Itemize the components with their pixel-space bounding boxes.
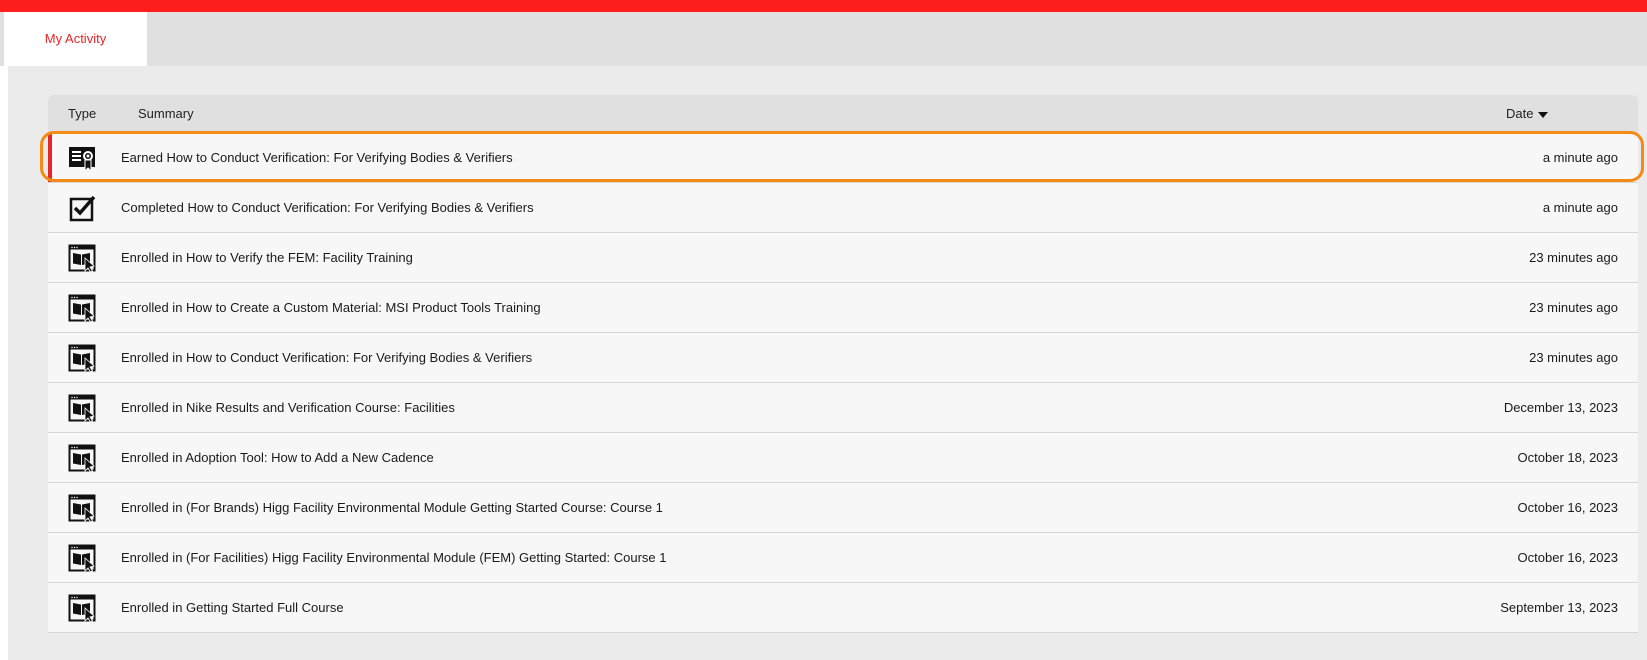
course-enroll-icon [68,544,96,572]
row-summary: Enrolled in (For Facilities) Higg Facili… [121,550,667,565]
column-header-type: Type [68,106,97,121]
table-row[interactable]: Earned How to Conduct Verification: For … [40,131,1644,183]
checkbox-checked-icon [69,195,96,222]
row-summary: Enrolled in (For Brands) Higg Facility E… [121,500,663,515]
table-row[interactable]: Enrolled in How to Create a Custom Mater… [48,283,1638,333]
column-header-date-label: Date [1506,106,1534,121]
row-summary: Enrolled in Getting Started Full Course [121,600,344,615]
course-enroll-icon [68,394,96,422]
table-row[interactable]: Enrolled in (For Facilities) Higg Facili… [48,533,1638,583]
row-summary: Completed How to Conduct Verification: F… [121,200,534,215]
row-summary: Enrolled in How to Conduct Verification:… [121,350,533,365]
tab-strip: My Activity [0,12,1647,66]
table-header: Type Summary Date [48,95,1638,133]
course-enroll-icon [68,294,96,322]
row-date: a minute ago [1542,150,1618,165]
row-summary: Enrolled in Adoption Tool: How to Add a … [121,450,434,465]
row-date: 23 minutes ago [1529,250,1618,265]
row-date: 23 minutes ago [1529,350,1618,365]
course-enroll-icon [68,344,96,372]
row-summary: Enrolled in How to Create a Custom Mater… [121,300,541,315]
table-row[interactable]: Enrolled in Getting Started Full Course … [48,583,1638,633]
row-date: December 13, 2023 [1503,400,1618,415]
course-enroll-icon [68,594,96,622]
course-enroll-icon [68,244,96,272]
row-date: a minute ago [1542,200,1618,215]
row-date: October 16, 2023 [1517,500,1618,515]
row-date: October 18, 2023 [1517,450,1618,465]
table-row[interactable]: Completed How to Conduct Verification: F… [48,183,1638,233]
activity-panel: Type Summary Date Earned How to Conduct … [8,66,1647,660]
course-enroll-icon [68,494,96,522]
tab-my-activity[interactable]: My Activity [4,12,147,66]
activity-table: Type Summary Date Earned How to Conduct … [40,95,1644,633]
column-header-date[interactable]: Date [1506,95,1549,133]
row-date: October 16, 2023 [1517,550,1618,565]
table-row[interactable]: Enrolled in How to Conduct Verification:… [48,333,1638,383]
row-summary: Enrolled in How to Verify the FEM: Facil… [121,250,413,265]
row-summary: Earned How to Conduct Verification: For … [121,150,513,165]
table-row[interactable]: Enrolled in Nike Results and Verificatio… [48,383,1638,433]
table-row[interactable]: Enrolled in Adoption Tool: How to Add a … [48,433,1638,483]
active-row-accent [48,133,52,182]
certificate-icon [69,147,95,172]
course-enroll-icon [68,444,96,472]
column-header-summary: Summary [138,106,194,121]
row-date: 23 minutes ago [1529,300,1618,315]
table-row[interactable]: Enrolled in How to Verify the FEM: Facil… [48,233,1638,283]
table-row[interactable]: Enrolled in (For Brands) Higg Facility E… [48,483,1638,533]
row-summary: Enrolled in Nike Results and Verificatio… [121,400,455,415]
top-brand-bar [0,0,1647,12]
sort-descending-icon [1538,111,1549,118]
row-date: September 13, 2023 [1500,600,1618,615]
